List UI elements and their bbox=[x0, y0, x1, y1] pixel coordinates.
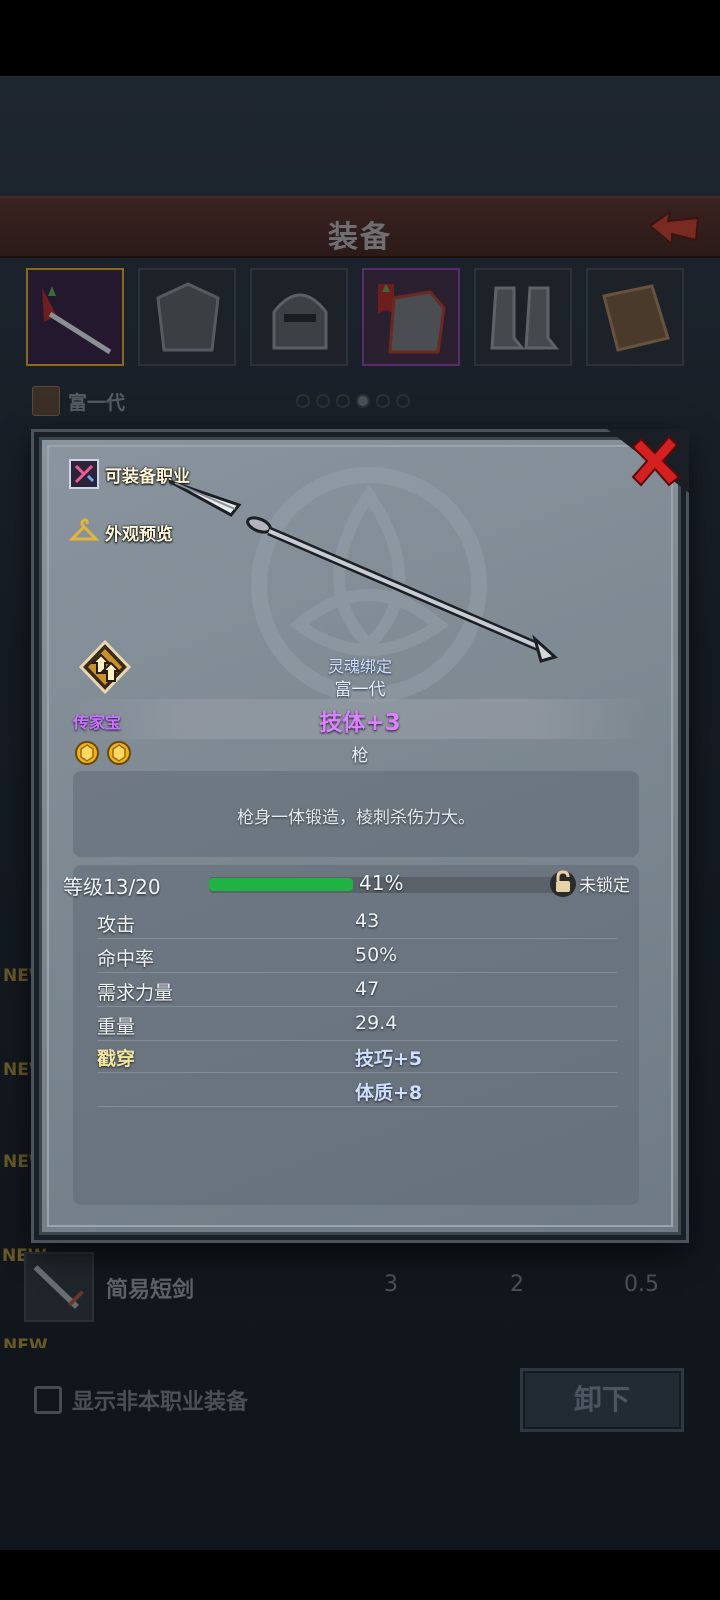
pierce-bonus: 体质+8 bbox=[355, 1082, 423, 1104]
stats-table: 攻击 43 命中率 50% 需求力量 47 重量 29.4 戳穿 技巧+5 体质… bbox=[73, 865, 639, 1205]
level-percent: 41% bbox=[359, 871, 404, 895]
page-dot-active[interactable] bbox=[356, 394, 370, 408]
pierce-label: 戳穿 bbox=[97, 1048, 136, 1070]
stat-label: 需求力量 bbox=[97, 982, 174, 1004]
show-other-class-toggle[interactable]: 显示非本职业装备 bbox=[34, 1384, 248, 1416]
character-avatar[interactable] bbox=[32, 386, 60, 416]
screen-header: 装备 bbox=[0, 196, 720, 258]
helmet-icon bbox=[272, 293, 328, 350]
page-dot[interactable] bbox=[396, 394, 410, 408]
item-name: 简易短剑 bbox=[106, 1278, 195, 1303]
lock-label: 未锁定 bbox=[579, 875, 630, 896]
close-icon[interactable] bbox=[607, 429, 689, 493]
stat-row: 重量 29.4 bbox=[97, 1007, 617, 1041]
stat-label: 重量 bbox=[97, 1016, 136, 1038]
equipment-list-item[interactable]: NEW 简易短剑 3 2 0.5 bbox=[2, 1246, 700, 1324]
main-stat: 技体+3 bbox=[319, 710, 401, 736]
stat-value: 29.4 bbox=[355, 1012, 398, 1034]
book-slot[interactable] bbox=[586, 268, 684, 366]
item-value: 0.5 bbox=[624, 1272, 659, 1297]
level-label: 等级13/20 bbox=[63, 875, 161, 899]
book-icon bbox=[602, 284, 670, 352]
page-dot[interactable] bbox=[316, 394, 330, 408]
show-other-class-label: 显示非本职业装备 bbox=[72, 1390, 249, 1415]
boots-icon bbox=[490, 286, 560, 350]
body-slot[interactable] bbox=[362, 268, 460, 366]
character-name: 富一代 bbox=[68, 391, 126, 414]
level-progress-fill bbox=[209, 878, 353, 891]
armor-slot[interactable] bbox=[138, 268, 236, 366]
stat-row: 需求力量 47 bbox=[97, 973, 617, 1007]
checkbox[interactable] bbox=[34, 1386, 62, 1414]
stat-label: 命中率 bbox=[97, 948, 155, 970]
weapon-type: 枪 bbox=[351, 746, 369, 766]
class-icon bbox=[69, 459, 99, 489]
weapon-slot[interactable] bbox=[26, 268, 124, 366]
screen-title: 装备 bbox=[328, 220, 392, 255]
pierce-row: 戳穿 技巧+5 bbox=[97, 1039, 617, 1073]
spear-icon bbox=[42, 286, 112, 355]
stat-value: 43 bbox=[355, 910, 380, 932]
chainmail-icon bbox=[378, 284, 446, 354]
stat-row: 命中率 50% bbox=[97, 939, 617, 973]
soulbind-label: 灵魂绑定 bbox=[327, 657, 392, 676]
pierce-bonus: 技巧+5 bbox=[355, 1048, 423, 1070]
armor-icon bbox=[156, 282, 220, 352]
page-dot[interactable] bbox=[336, 394, 350, 408]
stat-row: 攻击 43 bbox=[97, 905, 617, 939]
boots-slot[interactable] bbox=[474, 268, 572, 366]
appearance-preview-button[interactable]: 外观预览 bbox=[69, 517, 173, 547]
item-description: 枪身一体锻造，棱刺杀伤力大。 bbox=[237, 808, 475, 828]
unequip-button[interactable]: 卸下 bbox=[520, 1368, 684, 1432]
back-arrow-icon[interactable] bbox=[646, 208, 702, 248]
item-value: 3 bbox=[384, 1272, 398, 1297]
new-tag: NEW bbox=[3, 1336, 48, 1348]
short-sword-icon bbox=[24, 1252, 94, 1322]
lock-toggle[interactable]: 未锁定 bbox=[549, 868, 630, 898]
item-detail-panel: 可装备职业 外观预览 灵魂绑定 富一代 传家宝 技体+3 枪 枪身一体锻造，棱刺… bbox=[34, 429, 689, 1240]
equipment-slot-row bbox=[26, 268, 696, 368]
page-dot[interactable] bbox=[296, 394, 310, 408]
stat-value: 50% bbox=[355, 944, 398, 966]
character-info: 富一代 bbox=[32, 384, 125, 418]
soulbind-owner: 富一代 bbox=[334, 680, 386, 700]
appearance-preview-label: 外观预览 bbox=[105, 524, 173, 545]
helmet-slot[interactable] bbox=[250, 268, 348, 366]
page-dot[interactable] bbox=[376, 394, 390, 408]
hanger-icon bbox=[69, 518, 99, 541]
page-indicator bbox=[296, 394, 410, 408]
screen-footer: 显示非本职业装备 卸下 bbox=[0, 1364, 720, 1448]
description-box: 枪身一体锻造，棱刺杀伤力大。 bbox=[73, 771, 639, 857]
item-value: 2 bbox=[510, 1272, 524, 1297]
pierce-row: 体质+8 bbox=[97, 1073, 617, 1107]
stat-value: 47 bbox=[355, 978, 380, 1000]
stat-label: 攻击 bbox=[97, 914, 136, 936]
unlocked-padlock-icon bbox=[550, 870, 576, 897]
spear-weapon-image bbox=[169, 479, 559, 663]
